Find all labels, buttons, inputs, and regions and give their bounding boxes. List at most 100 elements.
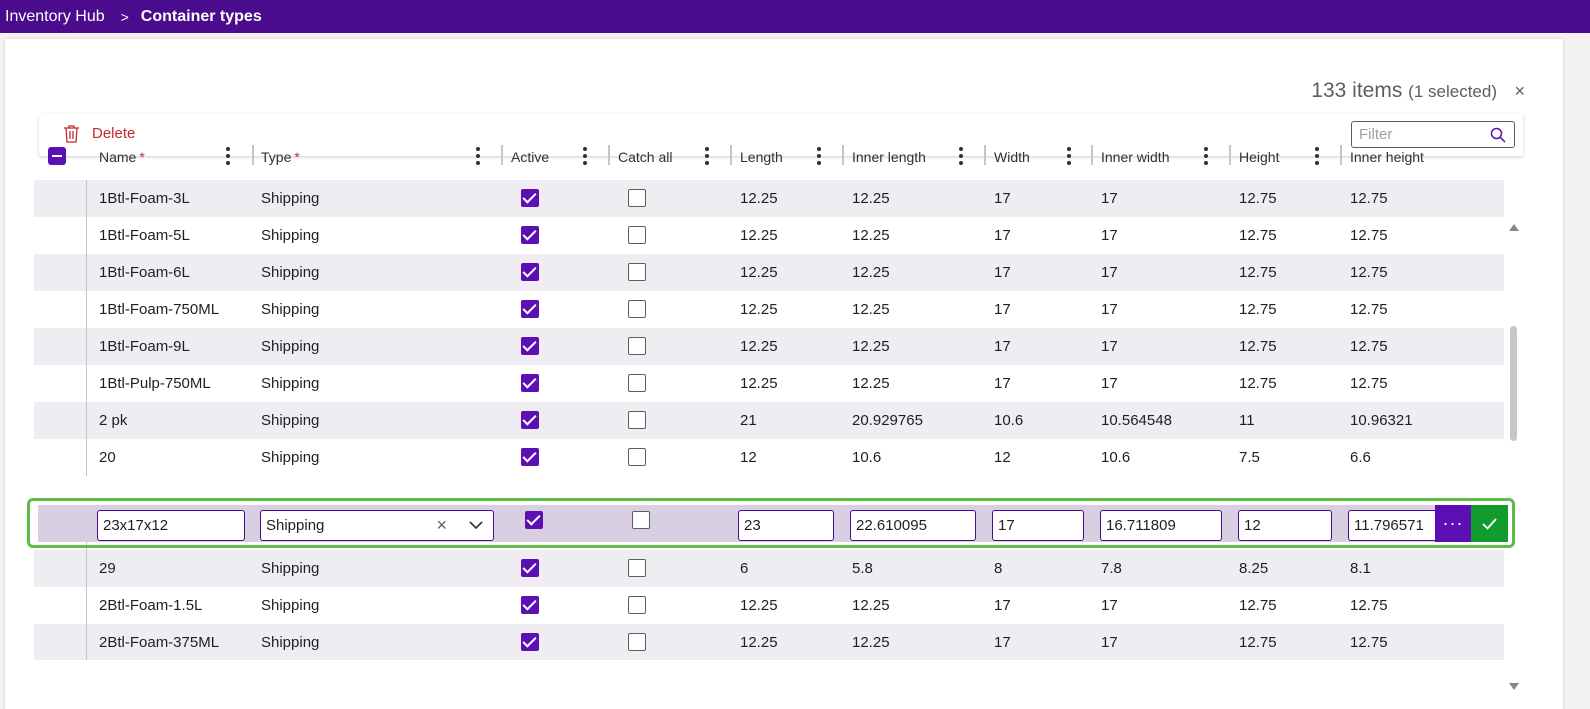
cell-inner-length: 12.25 — [852, 301, 890, 318]
catch-all-checkbox[interactable] — [628, 189, 646, 207]
active-checkbox[interactable] — [525, 511, 543, 529]
column-menu-icon[interactable] — [577, 145, 593, 167]
table-row[interactable]: 20 Shipping 12 10.6 12 10.6 7.5 6.6 — [34, 439, 1504, 476]
type-select[interactable]: Shipping × — [260, 510, 494, 541]
column-resize-handle[interactable] — [608, 145, 610, 165]
cell-name: 2 pk — [99, 412, 128, 429]
table-row[interactable]: 1Btl-Foam-5L Shipping 12.25 12.25 17 17 12.75 1… — [34, 217, 1504, 254]
catch-all-checkbox[interactable] — [628, 633, 646, 651]
clear-selection-icon[interactable]: × — [1514, 81, 1525, 102]
column-resize-handle[interactable] — [1229, 145, 1231, 165]
row-divider — [86, 291, 87, 328]
column-header-active[interactable]: Active — [511, 136, 549, 178]
confirm-button[interactable] — [1471, 505, 1508, 542]
column-header-height[interactable]: Height — [1239, 136, 1279, 178]
column-menu-icon[interactable] — [1309, 145, 1325, 167]
column-header-type[interactable]: Type * — [261, 136, 300, 178]
select-all-checkbox[interactable] — [48, 147, 66, 165]
table-row[interactable]: 1Btl-Foam-3L Shipping 12.25 12.25 17 17 12.75 1… — [34, 180, 1504, 217]
column-menu-icon[interactable] — [1198, 145, 1214, 167]
column-resize-handle[interactable] — [1340, 145, 1342, 165]
active-checkbox[interactable] — [521, 633, 539, 651]
height-input[interactable] — [1238, 510, 1332, 541]
active-checkbox[interactable] — [521, 263, 539, 281]
active-checkbox[interactable] — [521, 300, 539, 318]
column-menu-icon[interactable] — [699, 145, 715, 167]
column-menu-icon[interactable] — [811, 145, 827, 167]
table-row[interactable]: 2Btl-Foam-375ML Shipping 12.25 12.25 17 17 12.… — [34, 624, 1504, 660]
column-menu-icon[interactable] — [220, 145, 236, 167]
column-header-catch-all[interactable]: Catch all — [618, 136, 672, 178]
table-row[interactable]: 2 pk Shipping 21 20.929765 10.6 10.564548 11 10… — [34, 402, 1504, 439]
name-input[interactable] — [97, 510, 245, 541]
inner-length-input[interactable] — [850, 510, 976, 541]
column-menu-icon[interactable] — [470, 145, 486, 167]
column-header-name[interactable]: Name * — [99, 136, 145, 178]
clear-icon[interactable]: × — [436, 515, 447, 536]
active-checkbox[interactable] — [521, 374, 539, 392]
column-header-inner-height[interactable]: Inner height — [1350, 136, 1424, 178]
column-menu-icon[interactable] — [1061, 145, 1077, 167]
cell-name: 1Btl-Foam-750ML — [99, 301, 220, 318]
active-checkbox[interactable] — [521, 337, 539, 355]
catch-all-checkbox[interactable] — [628, 337, 646, 355]
cell-height: 12.75 — [1239, 375, 1277, 392]
column-header-inner-length[interactable]: Inner length — [852, 136, 926, 178]
column-resize-handle[interactable] — [501, 145, 503, 165]
cell-height: 12.75 — [1239, 190, 1277, 207]
column-resize-handle[interactable] — [252, 145, 254, 165]
column-header-length[interactable]: Length — [740, 136, 783, 178]
cell-length: 12.25 — [740, 634, 778, 651]
cell-name: 2Btl-Foam-1.5L — [99, 597, 203, 614]
inner-height-input[interactable] — [1348, 510, 1444, 541]
column-menu-icon[interactable] — [953, 145, 969, 167]
table-row[interactable]: 1Btl-Foam-750ML Shipping 12.25 12.25 17 17 12.… — [34, 291, 1504, 328]
table-row[interactable]: 1Btl-Foam-6L Shipping 12.25 12.25 17 17 12.75 1… — [34, 254, 1504, 291]
cell-inner-length: 12.25 — [852, 227, 890, 244]
catch-all-checkbox[interactable] — [628, 263, 646, 281]
width-input[interactable] — [992, 510, 1084, 541]
app-header: Inventory Hub > Container types — [0, 0, 1590, 33]
active-checkbox[interactable] — [521, 448, 539, 466]
table-row[interactable]: 2Btl-Foam-1.5L Shipping 12.25 12.25 17 17 12.7… — [34, 587, 1504, 624]
catch-all-checkbox[interactable] — [628, 374, 646, 392]
cell-type: Shipping — [261, 301, 320, 318]
catch-all-checkbox[interactable] — [628, 448, 646, 466]
table-row[interactable]: 29 Shipping 6 5.8 8 7.8 8.25 8.1 — [34, 550, 1504, 587]
active-checkbox[interactable] — [521, 596, 539, 614]
column-header-inner-width[interactable]: Inner width — [1101, 136, 1169, 178]
column-resize-handle[interactable] — [1091, 145, 1093, 165]
catch-all-checkbox[interactable] — [628, 559, 646, 577]
cell-width: 17 — [994, 301, 1011, 318]
catch-all-checkbox[interactable] — [628, 300, 646, 318]
more-actions-button[interactable]: ··· — [1435, 505, 1471, 542]
active-checkbox[interactable] — [521, 189, 539, 207]
scroll-thumb[interactable] — [1510, 326, 1517, 441]
column-resize-handle[interactable] — [730, 145, 732, 165]
table-row[interactable]: 1Btl-Foam-9L Shipping 12.25 12.25 17 17 12.75 1… — [34, 328, 1504, 365]
column-resize-handle[interactable] — [842, 145, 844, 165]
length-input[interactable] — [738, 510, 834, 541]
row-divider — [86, 180, 87, 217]
inner-width-input[interactable] — [1100, 510, 1222, 541]
table-row[interactable]: 1Btl-Pulp-750ML Shipping 12.25 12.25 17 17 12.… — [34, 365, 1504, 402]
breadcrumb-root[interactable]: Inventory Hub — [5, 8, 105, 26]
active-checkbox[interactable] — [521, 411, 539, 429]
scroll-down-icon[interactable] — [1509, 683, 1519, 690]
chevron-down-icon[interactable] — [469, 521, 483, 530]
column-header-label: Name — [99, 149, 137, 165]
catch-all-checkbox[interactable] — [632, 511, 650, 529]
catch-all-checkbox[interactable] — [628, 596, 646, 614]
column-header-width[interactable]: Width — [994, 136, 1030, 178]
cell-inner-width: 17 — [1101, 338, 1118, 355]
active-checkbox[interactable] — [521, 559, 539, 577]
item-count: 133 items (1 selected) — [1311, 79, 1497, 103]
vertical-scrollbar[interactable] — [1506, 220, 1520, 695]
cell-type: Shipping — [261, 597, 320, 614]
active-checkbox[interactable] — [521, 226, 539, 244]
scroll-up-icon[interactable] — [1509, 224, 1519, 231]
catch-all-checkbox[interactable] — [628, 411, 646, 429]
catch-all-checkbox[interactable] — [628, 226, 646, 244]
cell-inner-length: 12.25 — [852, 264, 890, 281]
column-resize-handle[interactable] — [984, 145, 986, 165]
